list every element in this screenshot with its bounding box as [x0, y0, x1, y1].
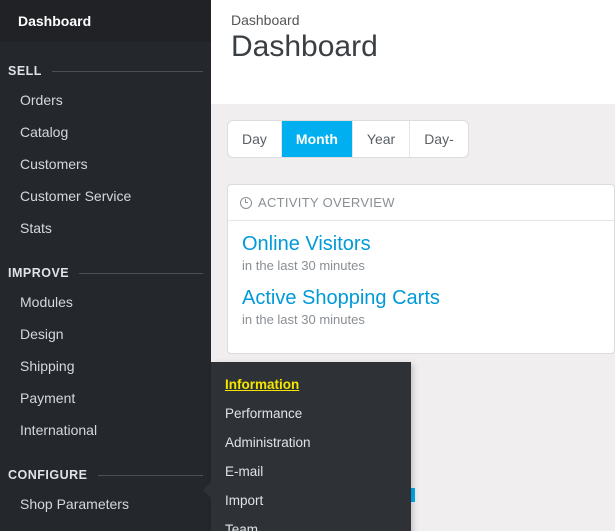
sidebar-item-catalog[interactable]: Catalog	[0, 116, 211, 148]
submenu-team[interactable]: Team	[211, 515, 411, 531]
sidebar-section-sell: SELL	[0, 64, 211, 78]
activity-overview-card: ACTIVITY OVERVIEW Online Visitors in the…	[227, 184, 615, 354]
page-title: Dashboard	[211, 28, 615, 80]
sidebar-item-payment[interactable]: Payment	[0, 382, 211, 414]
divider	[98, 475, 204, 476]
clock-icon	[240, 197, 252, 209]
stat-active-carts-sub: in the last 30 minutes	[242, 312, 600, 327]
sidebar: Dashboard SELL Orders Catalog Customers …	[0, 0, 211, 531]
card-header: ACTIVITY OVERVIEW	[228, 185, 614, 221]
range-day-1[interactable]: Day-	[410, 121, 468, 157]
range-day[interactable]: Day	[228, 121, 282, 157]
section-label: SELL	[8, 64, 42, 78]
range-year[interactable]: Year	[353, 121, 410, 157]
sidebar-item-customers[interactable]: Customers	[0, 148, 211, 180]
divider	[79, 273, 203, 274]
sidebar-item-international[interactable]: International	[0, 414, 211, 446]
submenu-email[interactable]: E-mail	[211, 457, 411, 486]
divider	[52, 71, 203, 72]
advanced-parameters-submenu: Information Performance Administration E…	[211, 362, 411, 531]
sidebar-section-configure: CONFIGURE	[0, 468, 211, 482]
sidebar-item-advanced-parameters[interactable]: Advanced Parameters	[0, 520, 211, 531]
sidebar-section-improve: IMPROVE	[0, 266, 211, 280]
stat-online-visitors-sub: in the last 30 minutes	[242, 258, 600, 273]
sidebar-item-shop-parameters[interactable]: Shop Parameters	[0, 488, 211, 520]
card-body: Online Visitors in the last 30 minutes A…	[228, 221, 614, 353]
range-month[interactable]: Month	[282, 121, 353, 157]
submenu-information[interactable]: Information	[211, 368, 411, 399]
card-header-text: ACTIVITY OVERVIEW	[258, 195, 395, 210]
stat-online-visitors[interactable]: Online Visitors	[242, 233, 600, 256]
submenu-performance[interactable]: Performance	[211, 399, 411, 428]
date-range-selector: Day Month Year Day-	[227, 120, 469, 158]
section-label: IMPROVE	[8, 266, 69, 280]
sidebar-item-shipping[interactable]: Shipping	[0, 350, 211, 382]
sidebar-item-design[interactable]: Design	[0, 318, 211, 350]
section-label: CONFIGURE	[8, 468, 88, 482]
accent-strip	[411, 488, 415, 502]
sidebar-item-orders[interactable]: Orders	[0, 84, 211, 116]
sidebar-item-dashboard[interactable]: Dashboard	[0, 0, 211, 42]
sidebar-item-modules[interactable]: Modules	[0, 286, 211, 318]
stat-active-carts[interactable]: Active Shopping Carts	[242, 287, 600, 310]
submenu-administration[interactable]: Administration	[211, 428, 411, 457]
sidebar-item-stats[interactable]: Stats	[0, 212, 211, 244]
breadcrumb: Dashboard	[211, 0, 615, 28]
submenu-import[interactable]: Import	[211, 486, 411, 515]
sidebar-item-customer-service[interactable]: Customer Service	[0, 180, 211, 212]
